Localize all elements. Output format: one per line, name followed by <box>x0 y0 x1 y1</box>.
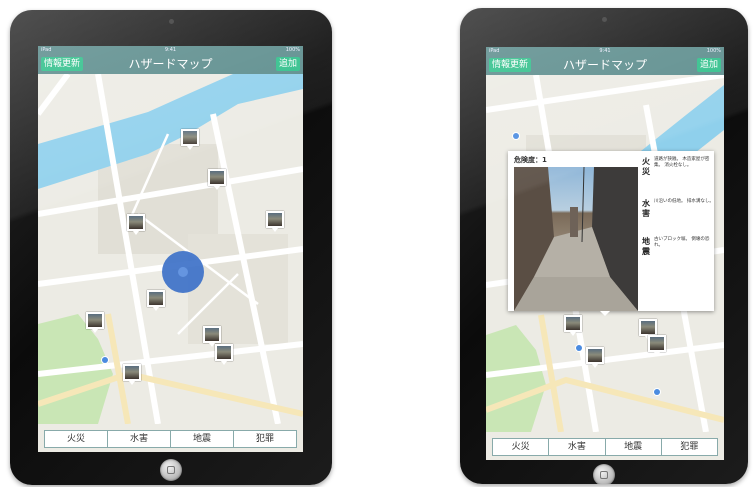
map-view[interactable]: 危険度：1 火災 道路が狭隘。 木造家屋が密集。 消火栓なし。 水害 川沿いの低… <box>486 75 724 432</box>
screen-left: iPad 9:41 100% 情報更新 ハザードマップ 追加 火災 水害 地震 … <box>38 46 303 452</box>
status-time: 9:41 <box>599 48 611 54</box>
map-view[interactable] <box>38 74 303 424</box>
nav-bar: 情報更新 ハザードマップ 追加 <box>486 55 724 75</box>
photo-pin-icon[interactable] <box>86 312 104 334</box>
tab-flood[interactable]: 水害 <box>549 439 606 455</box>
photo-pin-icon[interactable] <box>147 290 165 312</box>
status-time: 9:41 <box>164 47 177 53</box>
category-tabs: 火災 水害 地震 犯罪 <box>492 438 718 456</box>
hazard-label: 火災 <box>642 157 650 176</box>
add-button[interactable]: 追加 <box>275 57 300 71</box>
water-drop-icon <box>654 389 660 395</box>
tab-earthquake[interactable]: 地震 <box>606 439 662 455</box>
ipad-right: iPad 9:41 100% 情報更新 ハザードマップ 追加 危険度：1 火災 … <box>460 8 748 484</box>
hazard-info-popup[interactable]: 危険度：1 火災 道路が狭隘。 木造家屋が密集。 消火栓なし。 水害 川沿いの低… <box>508 151 714 316</box>
water-drop-icon <box>102 357 108 363</box>
photo-pin-icon[interactable] <box>127 214 145 236</box>
page-title: ハザードマップ <box>562 58 647 72</box>
hazard-text: 川沿いの低地。 排水溝なし。 <box>654 199 714 204</box>
status-bar: iPad 9:41 100% <box>38 46 303 54</box>
photo-pin-icon[interactable] <box>208 169 226 191</box>
tab-earthquake[interactable]: 地震 <box>171 431 234 447</box>
hazard-row-flood: 水害 川沿いの低地。 排水溝なし。 <box>642 199 722 229</box>
water-drop-icon <box>513 133 519 139</box>
hazard-row-fire: 火災 道路が狭隘。 木造家屋が密集。 消火栓なし。 <box>642 157 722 197</box>
page-title: ハザードマップ <box>128 57 213 71</box>
photo-pin-icon[interactable] <box>586 347 604 369</box>
danger-level: 危険度：1 <box>514 156 547 164</box>
category-tab-bar: 火災 水害 地震 犯罪 <box>486 432 724 460</box>
tab-fire[interactable]: 火災 <box>45 431 108 447</box>
water-drop-icon <box>576 345 582 351</box>
status-bar: iPad 9:41 100% <box>486 47 724 55</box>
ipad-left: iPad 9:41 100% 情報更新 ハザードマップ 追加 火災 水害 地震 … <box>10 10 332 485</box>
tab-fire[interactable]: 火災 <box>493 439 550 455</box>
map-background <box>38 74 303 424</box>
add-button[interactable]: 追加 <box>696 58 721 72</box>
hazard-text: 道路が狭隘。 木造家屋が密集。 消火栓なし。 <box>654 157 710 168</box>
hazard-row-earthquake: 地震 古いブロック塀。 倒壊の恐れ。 <box>642 237 722 267</box>
hazard-text: 古いブロック塀。 倒壊の恐れ。 <box>654 237 710 248</box>
home-button-icon[interactable] <box>160 459 182 481</box>
photo-pin-icon[interactable] <box>648 335 666 357</box>
hazard-photo <box>514 167 638 311</box>
tab-crime[interactable]: 犯罪 <box>662 439 717 455</box>
nav-bar: 情報更新 ハザードマップ 追加 <box>38 54 303 74</box>
hazard-label: 水害 <box>642 199 650 218</box>
camera-icon <box>169 19 174 24</box>
current-location-icon <box>162 251 204 293</box>
status-battery: 100% <box>285 47 300 53</box>
camera-icon <box>602 17 607 22</box>
tab-crime[interactable]: 犯罪 <box>234 431 296 447</box>
category-tabs: 火災 水害 地震 犯罪 <box>44 430 297 448</box>
home-button-icon[interactable] <box>593 464 615 484</box>
photo-pin-icon[interactable] <box>266 211 284 233</box>
photo-pin-icon[interactable] <box>564 315 582 337</box>
hazard-label: 地震 <box>642 237 650 256</box>
screen-right: iPad 9:41 100% 情報更新 ハザードマップ 追加 危険度：1 火災 … <box>486 47 724 460</box>
category-tab-bar: 火災 水害 地震 犯罪 <box>38 424 303 452</box>
photo-pin-icon[interactable] <box>181 129 199 151</box>
status-battery: 100% <box>706 48 721 54</box>
photo-pin-icon[interactable] <box>123 364 141 386</box>
photo-pin-icon[interactable] <box>215 344 233 366</box>
tab-flood[interactable]: 水害 <box>108 431 171 447</box>
